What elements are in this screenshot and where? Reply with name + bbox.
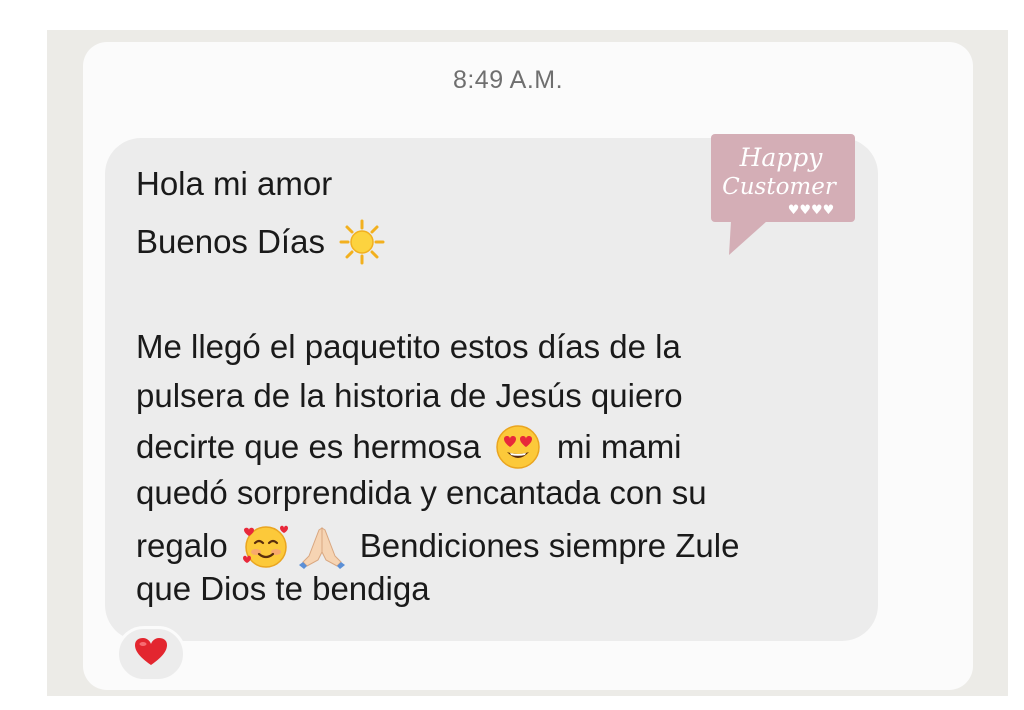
message-text: Me llegó el paquetito estos días de la	[136, 328, 681, 365]
message-line-8: que Dios te bendiga	[136, 570, 430, 608]
message-text: Buenos Días	[136, 223, 325, 260]
message-text: que Dios te bendiga	[136, 570, 430, 607]
message-line-5: decirte que es hermosa mi mami	[136, 424, 682, 470]
message-text: mi mami	[556, 428, 682, 465]
svg-text:Happy: Happy	[739, 143, 824, 172]
message-text: decirte que es hermosa	[136, 428, 481, 465]
message-text: Bendiciones siempre Zule	[359, 527, 740, 564]
message-line-7: regalo Bendiciones siempre Zule	[136, 522, 739, 570]
message-line-4: pulsera de la historia de Jesús quiero	[136, 377, 683, 415]
happy-customer-sticker: Happy Customer ♥♥♥♥	[711, 134, 855, 256]
message-line-6: quedó sorprendida y encantada con su	[136, 474, 707, 512]
message-text: Hola mi amor	[136, 165, 333, 202]
message-line-2: Buenos Días	[136, 219, 385, 265]
sun-emoji	[339, 219, 385, 265]
message-line-1: Hola mi amor	[136, 165, 332, 203]
message-line-3: Me llegó el paquetito estos días de la	[136, 328, 681, 366]
svg-text:Customer: Customer	[722, 174, 838, 200]
message-text: regalo	[136, 527, 228, 564]
svg-text:♥♥♥♥: ♥♥♥♥	[788, 203, 835, 218]
heart-eyes-emoji	[495, 424, 541, 470]
message-timestamp: 8:49 A.M.	[452, 66, 564, 94]
message-text: pulsera de la historia de Jesús quiero	[136, 377, 683, 414]
message-text: quedó sorprendida y encantada con su	[136, 474, 707, 511]
folded-hands-emoji	[298, 522, 346, 570]
red-heart-icon	[134, 637, 168, 672]
smiling-face-with-hearts-emoji	[242, 522, 290, 570]
reaction-badge[interactable]	[116, 626, 186, 682]
